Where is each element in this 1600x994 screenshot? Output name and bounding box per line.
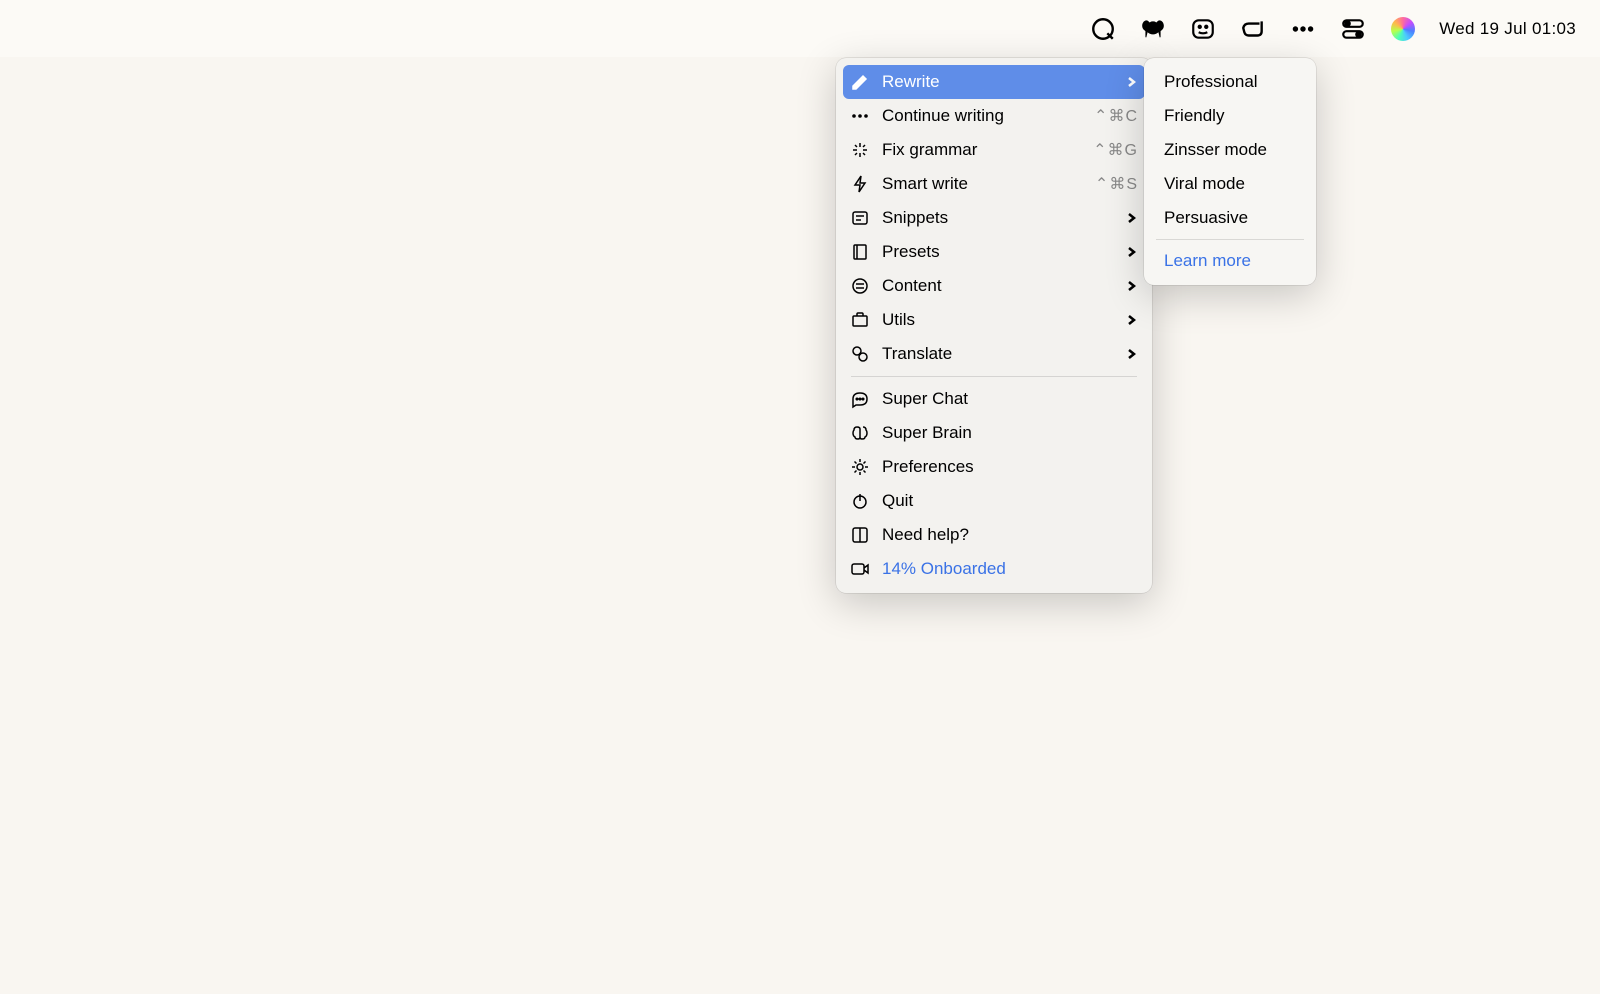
chevron-right-icon <box>1124 347 1138 361</box>
submenu-item-label: Zinsser mode <box>1164 140 1267 160</box>
dots-icon <box>850 106 870 126</box>
menu-item-super-brain[interactable]: Super Brain <box>836 416 1152 450</box>
menu-item-snippets[interactable]: Snippets <box>836 201 1152 235</box>
chevron-right-icon <box>1124 75 1138 89</box>
menu-item-label: Presets <box>882 242 1124 262</box>
app-icon-face[interactable] <box>1189 15 1217 43</box>
submenu-item-label: Friendly <box>1164 106 1224 126</box>
brain-icon <box>850 423 870 443</box>
app-icon-triangle[interactable] <box>1239 15 1267 43</box>
menu-item-utils[interactable]: Utils <box>836 303 1152 337</box>
menubar: Wed 19 Jul 01:03 <box>0 0 1600 57</box>
menu-item-label: Utils <box>882 310 1124 330</box>
more-icon[interactable] <box>1289 15 1317 43</box>
chevron-right-icon <box>1124 279 1138 293</box>
menu-item-translate[interactable]: Translate <box>836 337 1152 371</box>
chat-icon <box>850 389 870 409</box>
menu-item-label: Snippets <box>882 208 1124 228</box>
submenu-item-label: Persuasive <box>1164 208 1248 228</box>
menu-item-label: Smart write <box>882 174 1095 194</box>
submenu-item-label: Professional <box>1164 72 1258 92</box>
menu-item-preferences[interactable]: Preferences <box>836 450 1152 484</box>
submenu-item-learn-more[interactable]: Learn more <box>1144 244 1316 278</box>
menubar-datetime[interactable]: Wed 19 Jul 01:03 <box>1439 19 1576 39</box>
pencil-icon <box>850 72 870 92</box>
app-icon-elephant[interactable] <box>1139 15 1167 43</box>
submenu-item-professional[interactable]: Professional <box>1144 65 1316 99</box>
menu-item-presets[interactable]: Presets <box>836 235 1152 269</box>
chevron-right-icon <box>1124 211 1138 225</box>
menu-item-label: Content <box>882 276 1124 296</box>
submenu-item-friendly[interactable]: Friendly <box>1144 99 1316 133</box>
translate-icon <box>850 344 870 364</box>
menu-item-quit[interactable]: Quit <box>836 484 1152 518</box>
submenu-item-zinsser[interactable]: Zinsser mode <box>1144 133 1316 167</box>
menu-item-super-chat[interactable]: Super Chat <box>836 382 1152 416</box>
content-icon <box>850 276 870 296</box>
menu-item-label: Fix grammar <box>882 140 1093 160</box>
main-dropdown-menu: Rewrite Continue writing ⌃⌘C Fix grammar… <box>836 58 1152 593</box>
sparkle-icon <box>850 140 870 160</box>
bolt-icon <box>850 174 870 194</box>
menu-item-label: Super Chat <box>882 389 1138 409</box>
video-icon <box>850 559 870 579</box>
menu-item-label: Super Brain <box>882 423 1138 443</box>
menu-item-onboarded[interactable]: 14% Onboarded <box>836 552 1152 586</box>
submenu-item-viral[interactable]: Viral mode <box>1144 167 1316 201</box>
siri-icon[interactable] <box>1389 15 1417 43</box>
menu-item-shortcut: ⌃⌘S <box>1095 174 1138 194</box>
menu-item-label: Continue writing <box>882 106 1094 126</box>
menu-item-label: Preferences <box>882 457 1138 477</box>
submenu-item-label: Learn more <box>1164 251 1251 271</box>
menu-item-rewrite[interactable]: Rewrite <box>843 65 1145 99</box>
menu-item-label: 14% Onboarded <box>882 559 1138 579</box>
menu-item-label: Translate <box>882 344 1124 364</box>
menu-item-smart-write[interactable]: Smart write ⌃⌘S <box>836 167 1152 201</box>
menu-item-continue-writing[interactable]: Continue writing ⌃⌘C <box>836 99 1152 133</box>
control-center-icon[interactable] <box>1339 15 1367 43</box>
menu-item-need-help[interactable]: Need help? <box>836 518 1152 552</box>
menu-item-label: Rewrite <box>882 72 1124 92</box>
submenu-item-label: Viral mode <box>1164 174 1245 194</box>
briefcase-icon <box>850 310 870 330</box>
menu-item-label: Quit <box>882 491 1138 511</box>
app-icon-q[interactable] <box>1089 15 1117 43</box>
menu-separator <box>851 376 1137 377</box>
submenu-item-persuasive[interactable]: Persuasive <box>1144 201 1316 235</box>
chevron-right-icon <box>1124 245 1138 259</box>
menu-item-label: Need help? <box>882 525 1138 545</box>
power-icon <box>850 491 870 511</box>
gear-icon <box>850 457 870 477</box>
rewrite-submenu: Professional Friendly Zinsser mode Viral… <box>1144 58 1316 285</box>
snippet-icon <box>850 208 870 228</box>
menu-item-fix-grammar[interactable]: Fix grammar ⌃⌘G <box>836 133 1152 167</box>
submenu-separator <box>1156 239 1304 240</box>
book-icon <box>850 242 870 262</box>
menu-item-shortcut: ⌃⌘C <box>1094 106 1138 126</box>
menu-item-content[interactable]: Content <box>836 269 1152 303</box>
help-icon <box>850 525 870 545</box>
chevron-right-icon <box>1124 313 1138 327</box>
menu-item-shortcut: ⌃⌘G <box>1093 140 1138 160</box>
